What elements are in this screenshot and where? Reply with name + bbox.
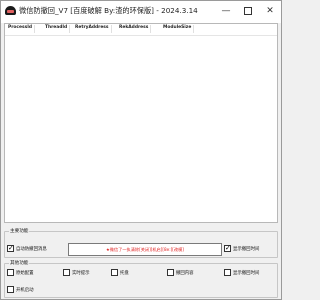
option-label-5: 显示撤回时间 — [233, 270, 260, 276]
option-label-4: 撤回内容 — [176, 270, 194, 276]
checkbox-icon — [7, 269, 14, 276]
title-bar[interactable]: 微信防撤回_V7 [百度破解 By:渣的环保版] - 2024.3.14 — ✕ — [1, 1, 281, 23]
list-header: ProcessId ThreadId RetryAddress RekAddre… — [5, 24, 277, 36]
option-checkbox-3[interactable]: 托盘 — [111, 269, 129, 276]
minimize-button[interactable]: — — [215, 1, 237, 21]
checkbox-icon — [63, 269, 70, 276]
show-revoke-time-label: 显示撤回时间 — [233, 246, 260, 252]
column-header-thread-id[interactable]: ThreadId — [45, 25, 71, 33]
option-checkbox-2[interactable]: 实时提示 — [63, 269, 90, 276]
option-label-1: 原始配置 — [16, 270, 34, 276]
checkbox-checked-icon — [7, 244, 14, 252]
option-checkbox-4[interactable]: 撤回内容 — [167, 269, 194, 276]
column-header-process-id[interactable]: ProcessId — [8, 25, 35, 33]
column-header-retry-address[interactable]: RetryAddress — [75, 25, 112, 33]
autostart-label: 开机启动 — [16, 287, 34, 293]
close-button[interactable]: ✕ — [259, 1, 281, 21]
checkbox-icon — [224, 269, 231, 276]
status-message: ★微信了一执清除[关闭][机启][8e:][改模] — [68, 243, 222, 256]
option-checkbox-5[interactable]: 显示撤回时间 — [224, 269, 259, 276]
app-logo-icon — [5, 6, 16, 15]
process-list[interactable]: ProcessId ThreadId RetryAddress RekAddre… — [4, 23, 278, 223]
main-functions-title: 主要功能 — [9, 228, 30, 234]
option-label-3: 托盘 — [120, 270, 129, 276]
show-revoke-time-checkbox[interactable]: 显示撤回时间 — [224, 244, 260, 252]
column-header-rek-address[interactable]: RekAddress — [119, 25, 152, 33]
option-checkbox-1[interactable]: 原始配置 — [7, 269, 34, 276]
column-header-module-size[interactable]: ModuleSize — [163, 25, 195, 33]
checkbox-icon — [167, 269, 174, 276]
autostart-checkbox[interactable]: 开机启动 — [7, 286, 34, 293]
checkbox-checked-icon — [224, 244, 231, 252]
auto-anti-revoke-label: 自动防撤回消息 — [16, 246, 47, 252]
app-window: 微信防撤回_V7 [百度破解 By:渣的环保版] - 2024.3.14 — ✕… — [0, 0, 282, 300]
maximize-button[interactable] — [237, 1, 259, 21]
checkbox-icon — [7, 286, 14, 293]
maximize-icon — [244, 6, 252, 15]
extra-functions-title: 其他功能 — [9, 260, 30, 266]
auto-anti-revoke-checkbox[interactable]: 自动防撤回消息 — [7, 244, 47, 252]
window-title: 微信防撤回_V7 [百度破解 By:渣的环保版] - 2024.3.14 — [19, 6, 198, 15]
option-label-2: 实时提示 — [72, 270, 90, 276]
checkbox-icon — [111, 269, 118, 276]
